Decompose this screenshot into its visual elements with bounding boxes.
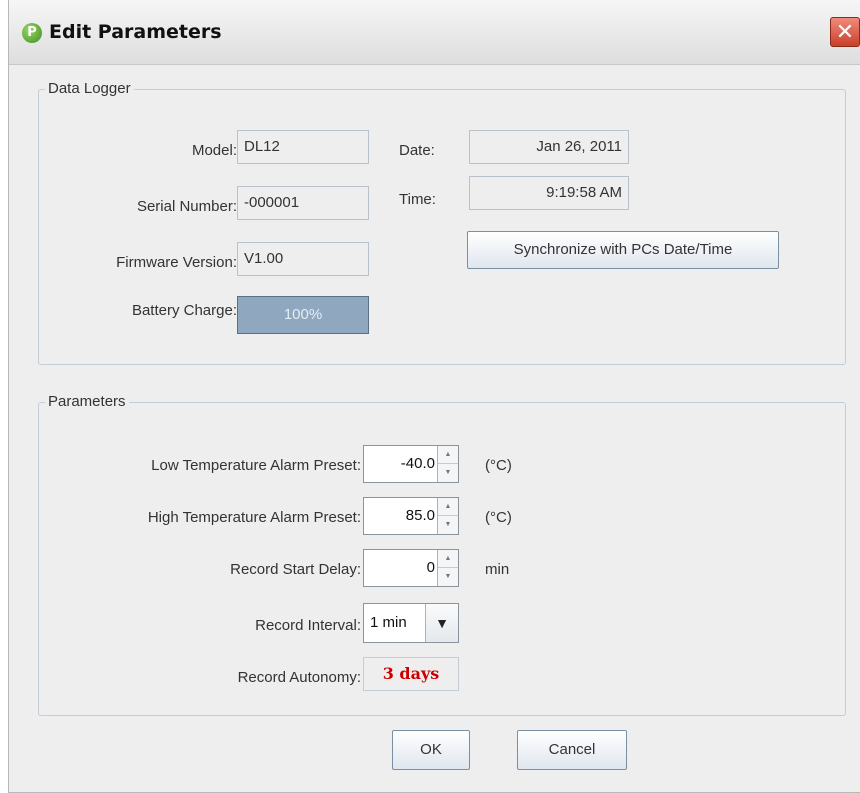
spin-up-icon[interactable]: ▲ xyxy=(438,550,458,568)
start-delay-unit: min xyxy=(485,561,510,578)
spin-down-icon[interactable]: ▼ xyxy=(438,568,458,586)
low-temp-spin-buttons: ▲ ▼ xyxy=(437,446,458,482)
high-temp-spin-buttons: ▲ ▼ xyxy=(437,498,458,534)
high-temp-unit: (°C) xyxy=(485,509,512,526)
app-logo-icon: P xyxy=(22,23,42,43)
record-autonomy-label: Record Autonomy: xyxy=(237,669,361,686)
firmware-version-label: Firmware Version: xyxy=(116,254,237,271)
battery-charge-label: Battery Charge: xyxy=(131,302,237,319)
high-temp-alarm-label: High Temperature Alarm Preset: xyxy=(147,509,361,526)
model-label: Model: xyxy=(191,142,237,159)
parameters-group-title: Parameters xyxy=(45,393,129,410)
spin-up-icon[interactable]: ▲ xyxy=(438,446,458,464)
record-start-delay-label: Record Start Delay: xyxy=(230,561,361,578)
start-delay-spin-buttons: ▲ ▼ xyxy=(437,550,458,586)
high-temp-alarm-spinner[interactable]: 85.0 ▲ ▼ xyxy=(363,497,459,535)
record-interval-select[interactable]: 1 min ▼ xyxy=(363,603,459,643)
spin-up-icon[interactable]: ▲ xyxy=(438,498,458,516)
low-temp-alarm-label: Low Temperature Alarm Preset: xyxy=(151,457,361,474)
synchronize-datetime-button[interactable]: Synchronize with PCs Date/Time xyxy=(467,231,779,269)
chevron-down-icon[interactable]: ▼ xyxy=(425,604,458,642)
ok-button[interactable]: OK xyxy=(392,730,470,770)
data-logger-group-title: Data Logger xyxy=(45,80,134,97)
spin-down-icon[interactable]: ▼ xyxy=(438,516,458,534)
record-interval-value[interactable]: 1 min xyxy=(370,604,407,642)
record-start-delay-value[interactable]: 0 xyxy=(364,550,438,586)
dialog-title: Edit Parameters xyxy=(49,21,222,43)
battery-charge-bar: 100% xyxy=(237,296,369,334)
model-field: DL12 xyxy=(237,130,369,164)
record-interval-label: Record Interval: xyxy=(255,617,361,634)
cancel-button[interactable]: Cancel xyxy=(517,730,627,770)
record-autonomy-value: 3 days xyxy=(363,657,459,691)
serial-number-label: Serial Number: xyxy=(136,198,237,215)
close-icon[interactable]: ✕ xyxy=(830,17,860,47)
edit-parameters-dialog: P Edit Parameters ✕ Data Logger Model: D… xyxy=(8,0,860,793)
firmware-version-field: V1.00 xyxy=(237,242,369,276)
high-temp-alarm-value[interactable]: 85.0 xyxy=(364,498,438,534)
date-label: Date: xyxy=(399,142,435,159)
serial-number-field: -000001 xyxy=(237,186,369,220)
record-start-delay-spinner[interactable]: 0 ▲ ▼ xyxy=(363,549,459,587)
low-temp-unit: (°C) xyxy=(485,457,512,474)
low-temp-alarm-value[interactable]: -40.0 xyxy=(364,446,438,482)
title-bar[interactable]: P Edit Parameters ✕ xyxy=(9,0,860,65)
date-field: Jan 26, 2011 xyxy=(469,130,629,164)
time-field: 9:19:58 AM xyxy=(469,176,629,210)
spin-down-icon[interactable]: ▼ xyxy=(438,464,458,482)
parameters-group: Parameters Low Temperature Alarm Preset:… xyxy=(38,393,846,716)
time-label: Time: xyxy=(399,191,436,208)
data-logger-group: Data Logger Model: DL12 Serial Number: -… xyxy=(38,80,846,365)
low-temp-alarm-spinner[interactable]: -40.0 ▲ ▼ xyxy=(363,445,459,483)
